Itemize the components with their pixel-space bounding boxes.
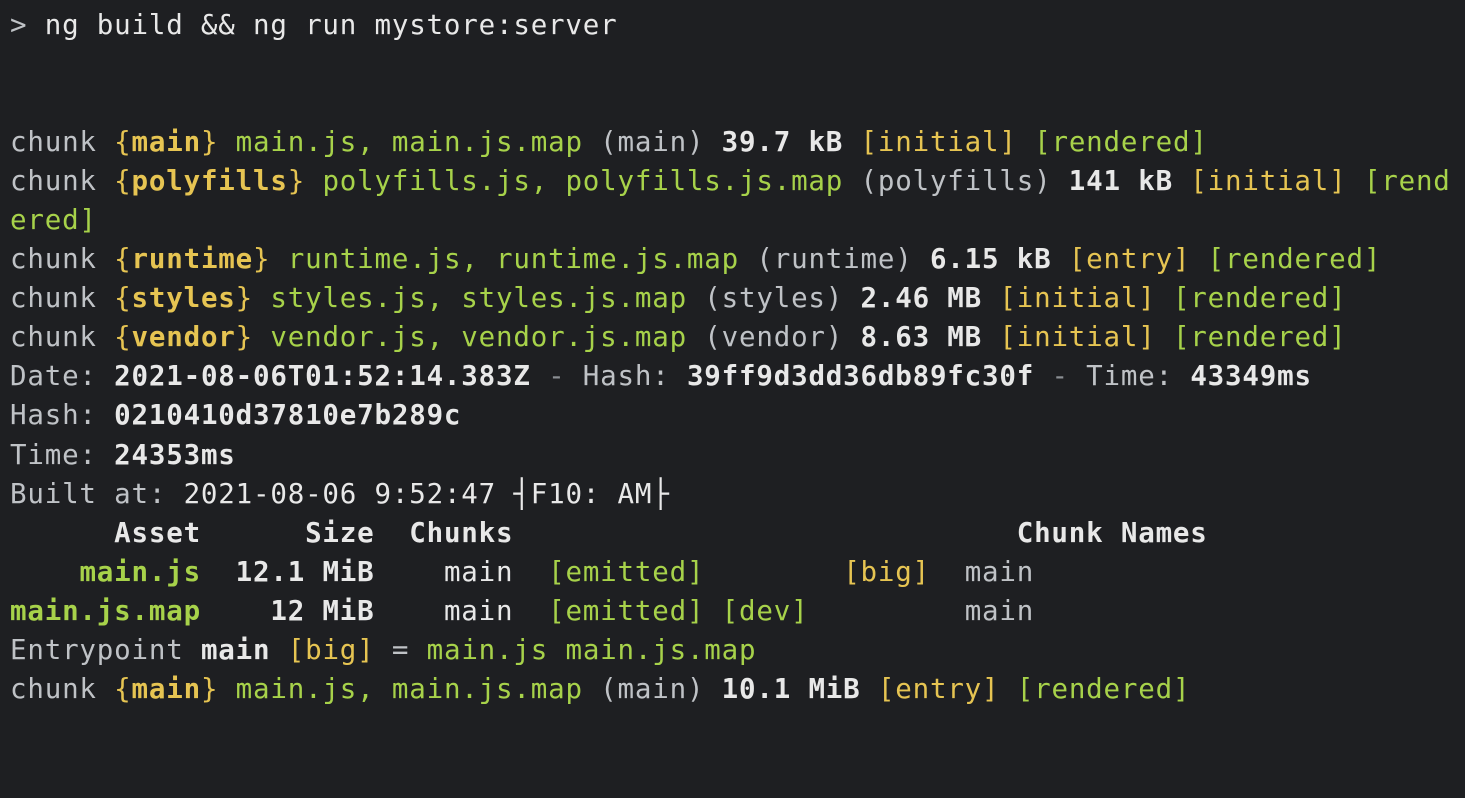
chunk-files: polyfills.js, polyfills.js.map — [322, 165, 843, 197]
chunk-label: chunk — [10, 243, 97, 275]
time-value: 24353ms — [114, 439, 236, 471]
chunk-name: main — [132, 126, 201, 158]
chunk-size: 2.46 MB — [861, 282, 983, 314]
chunk-name: styles — [132, 282, 236, 314]
chunk-tag: [initial] — [1190, 165, 1346, 197]
chunk-paren: (main) — [600, 126, 704, 158]
asset-chunk: main — [444, 556, 513, 588]
chunk-tag: [rendered] — [1173, 321, 1347, 353]
time-label: Time: — [1086, 360, 1173, 392]
chunk-files: styles.js, styles.js.map — [270, 282, 687, 314]
hash-label: Hash: — [10, 399, 97, 431]
chunk-size: 8.63 MB — [861, 321, 983, 353]
chunk-tag: [entry] — [1069, 243, 1191, 275]
chunk-label: chunk — [10, 321, 97, 353]
chunk-tag: [rendered] — [1173, 282, 1347, 314]
chunk-size: 39.7 kB — [722, 126, 844, 158]
chunk-paren: (runtime) — [756, 243, 912, 275]
chunk-files: main.js, main.js.map — [236, 126, 583, 158]
col-asset: Asset — [114, 517, 201, 549]
asset-chunkname: main — [965, 595, 1034, 627]
chunk-name: runtime — [132, 243, 254, 275]
builtat-label: Built at: — [10, 478, 166, 510]
builtat-date: 2021-08-06 — [184, 478, 358, 510]
chunk-size: 141 kB — [1069, 165, 1173, 197]
date-label: Date: — [10, 360, 97, 392]
chunk-paren: (polyfills) — [861, 165, 1052, 197]
col-size: Size — [305, 517, 374, 549]
entrypoint-label: Entrypoint — [10, 634, 184, 666]
chunk-files: main.js, main.js.map — [236, 673, 583, 705]
chunk-label: chunk — [10, 673, 97, 705]
asset-size: 12.1 MiB — [236, 556, 375, 588]
col-chunks: Chunks — [409, 517, 513, 549]
chunk-label: chunk — [10, 126, 97, 158]
asset-name: main.js — [79, 556, 201, 588]
builtat-time: 9:52:47 — [375, 478, 497, 510]
chunk-files: vendor.js, vendor.js.map — [270, 321, 687, 353]
chunk-name: vendor — [132, 321, 236, 353]
chunk-name: polyfills — [132, 165, 288, 197]
command-text: ng build && ng run mystore:server — [45, 9, 618, 41]
time-value: 43349ms — [1190, 360, 1312, 392]
asset-flag: [emitted] — [548, 556, 704, 588]
prompt-caret: > — [10, 9, 27, 41]
asset-flag: [emitted] — [548, 595, 704, 627]
chunk-paren: (main) — [600, 673, 704, 705]
chunk-tag: [initial] — [861, 126, 1017, 158]
hash-value: 39ff9d3dd36db89fc30f — [687, 360, 1034, 392]
chunk-tag: [initial] — [999, 282, 1155, 314]
entrypoint-tag: [big] — [288, 634, 375, 666]
chunk-size: 10.1 MiB — [722, 673, 861, 705]
chunk-paren: (vendor) — [704, 321, 843, 353]
chunk-label: chunk — [10, 165, 97, 197]
hash-label: Hash: — [583, 360, 670, 392]
asset-flag: [dev] — [722, 595, 809, 627]
chunk-tag: [rendered] — [1017, 673, 1191, 705]
chunk-paren: (styles) — [704, 282, 843, 314]
chunk-tag: [initial] — [999, 321, 1155, 353]
chunk-label: chunk — [10, 282, 97, 314]
chunk-tag: [rendered] — [1034, 126, 1208, 158]
asset-name: main.js.map — [10, 595, 201, 627]
time-label: Time: — [10, 439, 97, 471]
hash-value: 0210410d37810e7b289c — [114, 399, 461, 431]
chunk-tag: [rendered] — [1208, 243, 1382, 275]
builtat-suffix: ┤F10: AM├ — [513, 478, 669, 510]
asset-size: 12 MiB — [270, 595, 374, 627]
entrypoint-files: main.js main.js.map — [427, 634, 757, 666]
chunk-tag: [entry] — [878, 673, 1000, 705]
date-value: 2021-08-06T01:52:14.383Z — [114, 360, 531, 392]
terminal-output[interactable]: > ng build && ng run mystore:server chun… — [0, 0, 1465, 719]
col-chunk-names: Chunk Names — [1017, 517, 1208, 549]
chunk-files: runtime.js, runtime.js.map — [288, 243, 739, 275]
asset-chunkname: main — [965, 556, 1034, 588]
chunk-size: 6.15 kB — [930, 243, 1052, 275]
asset-extra: [big] — [843, 556, 930, 588]
chunk-name: main — [132, 673, 201, 705]
asset-chunk: main — [444, 595, 513, 627]
entrypoint-name: main — [201, 634, 270, 666]
